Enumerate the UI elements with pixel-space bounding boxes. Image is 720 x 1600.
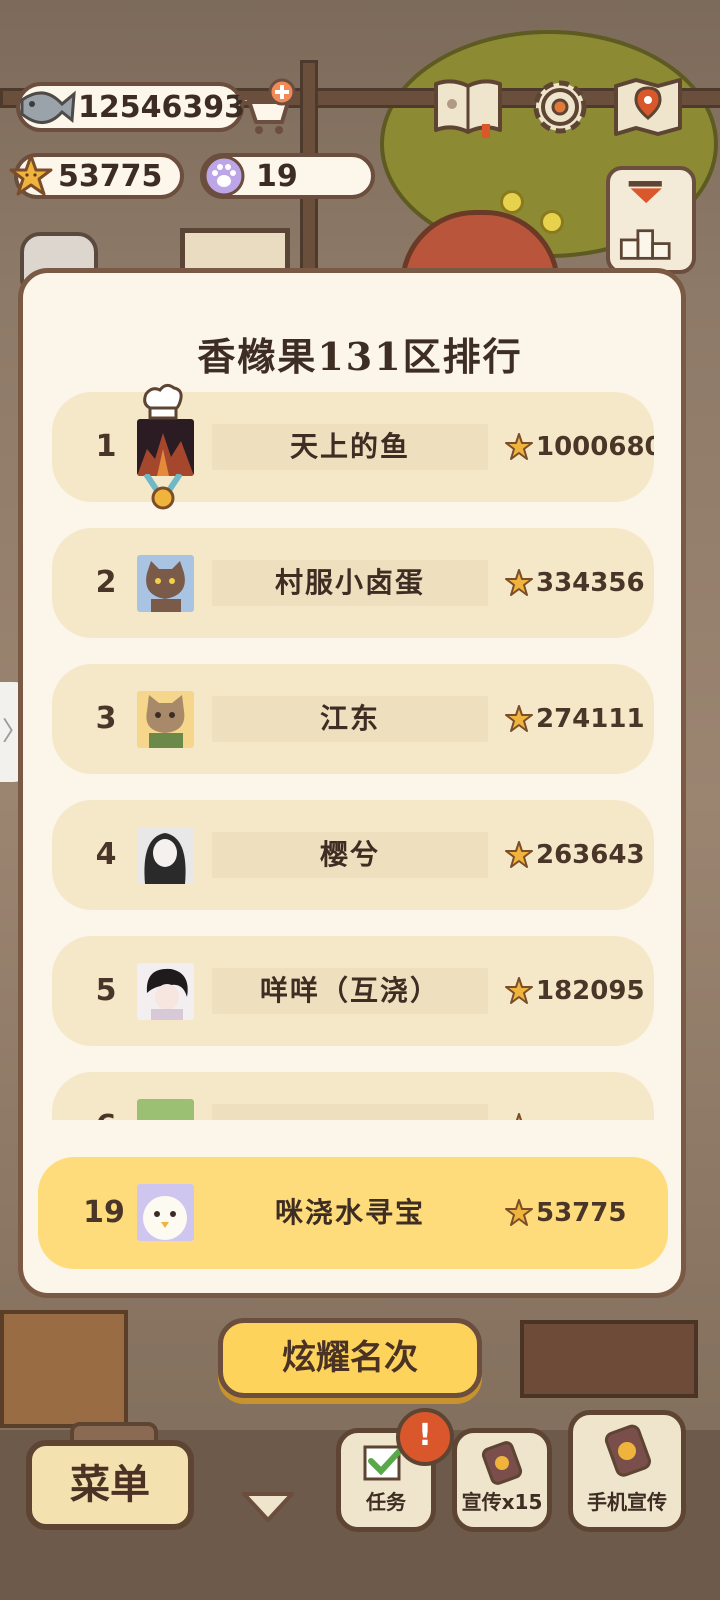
chevron-down-icon[interactable] [238,1486,298,1526]
phone-promo-label: 手机宣传 [587,1490,667,1514]
player-avatar[interactable] [137,963,194,1020]
fish-count: 12546393 [78,89,245,125]
rank-number: 1 [95,429,117,464]
player-avatar[interactable] [137,691,194,748]
player-name: 樱兮 [319,838,380,871]
rank-number: 5 [95,973,117,1008]
star-icon [505,1199,533,1226]
player-avatar[interactable] [137,1184,194,1241]
rank-number: 2 [95,565,117,600]
promo-button[interactable]: 宣传x15 [452,1428,552,1532]
ranking-row[interactable]: 6 [52,1072,654,1120]
berry [540,210,564,234]
star-icon [505,705,533,732]
shelf [520,1320,698,1398]
player-score: 1000680 [536,432,654,462]
rank-number: 6 [76,1072,136,1120]
panel-title: 香橼果131区排行 [197,334,523,379]
paw-icon [203,155,245,197]
ranking-row[interactable]: 5 咩咩（互浇） 182095 [52,936,654,1046]
player-score: 53775 [536,1198,627,1228]
medal-icon [143,474,183,510]
ranking-row[interactable]: 4 樱兮 263643 [52,800,654,910]
rank-number: 3 [95,701,117,736]
book-icon[interactable] [432,74,504,140]
rank-number: 4 [95,837,117,872]
task-label: 任务 [366,1490,406,1514]
map-icon[interactable] [612,74,684,140]
player-score: 334356 [536,568,645,598]
fish-icon [20,90,76,124]
menu-button[interactable]: 菜单 [26,1440,194,1530]
player-name: 天上的鱼 [289,430,410,463]
show-rank-button[interactable]: 炫耀名次 [218,1318,482,1398]
cart-add-icon[interactable] [232,78,296,136]
star-icon [515,1113,523,1120]
player-score: 182095 [536,976,645,1006]
ranking-row[interactable]: 3 江东 274111 [52,664,654,774]
star-icon [505,841,533,868]
promo-label: 宣传x15 [461,1490,543,1514]
player-avatar[interactable] [137,555,194,612]
player-avatar[interactable] [137,827,194,884]
star-icon [505,977,533,1004]
chef-hat-icon [143,383,183,420]
player-score: 274111 [536,704,645,734]
player-avatar[interactable] [137,1099,194,1120]
player-name: 江东 [319,702,380,735]
star-count: 53775 [58,158,163,194]
ranking-icon [619,181,671,260]
counter [0,1310,128,1428]
phone-card-icon [604,1424,651,1477]
player-name: 村服小卤蛋 [274,566,425,599]
player-name: 咩咩（互浇） [259,974,440,1007]
ranking-row[interactable]: 2 村服小卤蛋 334356 [52,528,654,638]
phone-promo-button[interactable]: 手机宣传 [568,1410,686,1532]
player-name: 咪浇水寻宝 [274,1196,425,1229]
star-icon [9,154,53,196]
player-name [212,1072,488,1120]
player-score: 263643 [536,840,645,870]
rank-number: 19 [83,1195,125,1230]
ranking-button[interactable] [606,166,696,274]
paw-count: 19 [256,158,298,194]
berry [500,190,524,214]
phone-card-icon [481,1441,523,1485]
star-icon [505,569,533,596]
player-avatar[interactable] [137,419,194,476]
gear-icon[interactable] [524,74,596,140]
alert-badge-icon: ! [396,1408,454,1466]
star-icon [505,433,533,460]
my-ranking-row[interactable]: 19 咪浇水寻宝 53775 [38,1157,668,1269]
